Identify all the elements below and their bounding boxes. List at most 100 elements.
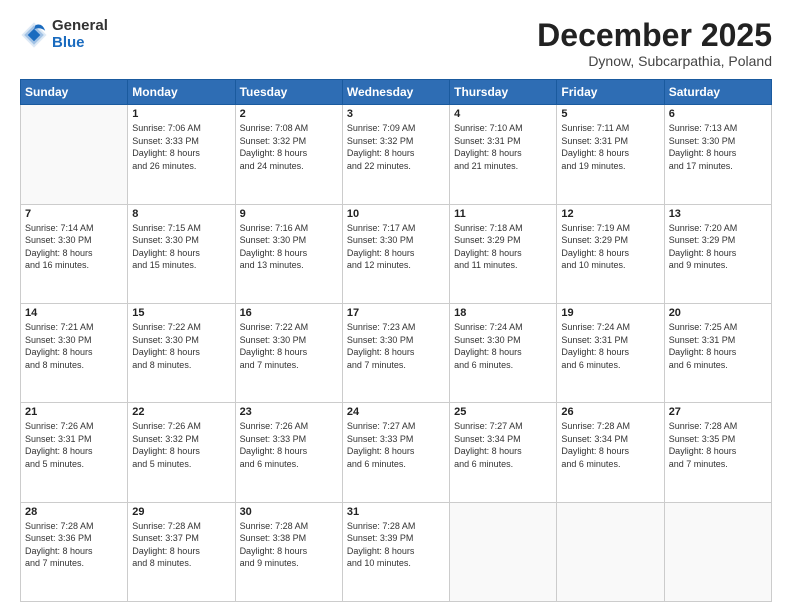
table-row: [450, 502, 557, 601]
day-number: 12: [561, 208, 659, 220]
table-row: 30Sunrise: 7:28 AMSunset: 3:38 PMDayligh…: [235, 502, 342, 601]
day-info: Sunrise: 7:27 AMSunset: 3:34 PMDaylight:…: [454, 420, 552, 470]
day-number: 8: [132, 208, 230, 220]
day-info: Sunrise: 7:28 AMSunset: 3:36 PMDaylight:…: [25, 520, 123, 570]
day-number: 20: [669, 307, 767, 319]
day-number: 23: [240, 406, 338, 418]
day-info: Sunrise: 7:06 AMSunset: 3:33 PMDaylight:…: [132, 122, 230, 172]
col-monday: Monday: [128, 80, 235, 105]
day-info: Sunrise: 7:26 AMSunset: 3:31 PMDaylight:…: [25, 420, 123, 470]
table-row: 29Sunrise: 7:28 AMSunset: 3:37 PMDayligh…: [128, 502, 235, 601]
table-row: 24 Sunrise: 7:27 AMSunset: 3:33 PMDayligh…: [342, 403, 449, 502]
day-number: 2: [240, 108, 338, 120]
table-row: 15 Sunrise: 7:22 AMSunset: 3:30 PMDayligh…: [128, 303, 235, 402]
table-row: 16Sunrise: 7:22 AMSunset: 3:30 PMDayligh…: [235, 303, 342, 402]
table-row: 1 Sunrise: 7:06 AMSunset: 3:33 PMDaylight…: [128, 105, 235, 204]
day-info: Sunrise: 7:16 AMSunset: 3:30 PMDaylight:…: [240, 222, 338, 272]
calendar-header-row: Sunday Monday Tuesday Wednesday Thursday…: [21, 80, 772, 105]
day-info: Sunrise: 7:25 AMSunset: 3:31 PMDaylight:…: [669, 321, 767, 371]
day-number: 28: [25, 506, 123, 518]
table-row: 6 Sunrise: 7:13 AMSunset: 3:30 PMDaylight…: [664, 105, 771, 204]
day-number: 14: [25, 307, 123, 319]
logo-blue-text: Blue: [52, 35, 108, 52]
day-info: Sunrise: 7:28 AMSunset: 3:35 PMDaylight:…: [669, 420, 767, 470]
calendar-week-row: 1 Sunrise: 7:06 AMSunset: 3:33 PMDaylight…: [21, 105, 772, 204]
table-row: 23 Sunrise: 7:26 AMSunset: 3:33 PMDayligh…: [235, 403, 342, 502]
day-info: Sunrise: 7:26 AMSunset: 3:32 PMDaylight:…: [132, 420, 230, 470]
day-number: 22: [132, 406, 230, 418]
day-info: Sunrise: 7:21 AMSunset: 3:30 PMDaylight:…: [25, 321, 123, 371]
table-row: 27 Sunrise: 7:28 AMSunset: 3:35 PMDayligh…: [664, 403, 771, 502]
day-info: Sunrise: 7:24 AMSunset: 3:30 PMDaylight:…: [454, 321, 552, 371]
table-row: 8 Sunrise: 7:15 AMSunset: 3:30 PMDaylight…: [128, 204, 235, 303]
day-info: Sunrise: 7:18 AMSunset: 3:29 PMDaylight:…: [454, 222, 552, 272]
day-info: Sunrise: 7:28 AMSunset: 3:34 PMDaylight:…: [561, 420, 659, 470]
day-info: Sunrise: 7:22 AMSunset: 3:30 PMDaylight:…: [132, 321, 230, 371]
table-row: 3Sunrise: 7:09 AMSunset: 3:32 PMDaylight…: [342, 105, 449, 204]
day-info: Sunrise: 7:15 AMSunset: 3:30 PMDaylight:…: [132, 222, 230, 272]
location: Dynow, Subcarpathia, Poland: [537, 53, 772, 69]
table-row: 25 Sunrise: 7:27 AMSunset: 3:34 PMDayligh…: [450, 403, 557, 502]
day-number: 4: [454, 108, 552, 120]
day-number: 5: [561, 108, 659, 120]
logo-icon: [20, 21, 48, 49]
day-number: 9: [240, 208, 338, 220]
table-row: 31 Sunrise: 7:28 AMSunset: 3:39 PMDayligh…: [342, 502, 449, 601]
day-number: 6: [669, 108, 767, 120]
day-info: Sunrise: 7:09 AMSunset: 3:32 PMDaylight:…: [347, 122, 445, 172]
table-row: 7Sunrise: 7:14 AMSunset: 3:30 PMDaylight…: [21, 204, 128, 303]
day-info: Sunrise: 7:11 AMSunset: 3:31 PMDaylight:…: [561, 122, 659, 172]
table-row: 20 Sunrise: 7:25 AMSunset: 3:31 PMDayligh…: [664, 303, 771, 402]
table-row: 4 Sunrise: 7:10 AMSunset: 3:31 PMDaylight…: [450, 105, 557, 204]
day-number: 16: [240, 307, 338, 319]
day-number: 15: [132, 307, 230, 319]
table-row: [664, 502, 771, 601]
day-info: Sunrise: 7:27 AMSunset: 3:33 PMDaylight:…: [347, 420, 445, 470]
day-number: 17: [347, 307, 445, 319]
day-info: Sunrise: 7:23 AMSunset: 3:30 PMDaylight:…: [347, 321, 445, 371]
day-info: Sunrise: 7:28 AMSunset: 3:39 PMDaylight:…: [347, 520, 445, 570]
table-row: 13 Sunrise: 7:20 AMSunset: 3:29 PMDayligh…: [664, 204, 771, 303]
day-number: 27: [669, 406, 767, 418]
table-row: 21 Sunrise: 7:26 AMSunset: 3:31 PMDayligh…: [21, 403, 128, 502]
calendar-week-row: 14 Sunrise: 7:21 AMSunset: 3:30 PMDayligh…: [21, 303, 772, 402]
col-wednesday: Wednesday: [342, 80, 449, 105]
table-row: 11Sunrise: 7:18 AMSunset: 3:29 PMDayligh…: [450, 204, 557, 303]
table-row: 14 Sunrise: 7:21 AMSunset: 3:30 PMDayligh…: [21, 303, 128, 402]
table-row: 12 Sunrise: 7:19 AMSunset: 3:29 PMDayligh…: [557, 204, 664, 303]
table-row: 28 Sunrise: 7:28 AMSunset: 3:36 PMDayligh…: [21, 502, 128, 601]
calendar-week-row: 7Sunrise: 7:14 AMSunset: 3:30 PMDaylight…: [21, 204, 772, 303]
logo-general-text: General: [52, 18, 108, 35]
col-sunday: Sunday: [21, 80, 128, 105]
day-info: Sunrise: 7:26 AMSunset: 3:33 PMDaylight:…: [240, 420, 338, 470]
day-info: Sunrise: 7:10 AMSunset: 3:31 PMDaylight:…: [454, 122, 552, 172]
title-block: December 2025 Dynow, Subcarpathia, Polan…: [537, 18, 772, 69]
month-title: December 2025: [537, 18, 772, 53]
header: General Blue December 2025 Dynow, Subcar…: [20, 18, 772, 69]
day-info: Sunrise: 7:28 AMSunset: 3:37 PMDaylight:…: [132, 520, 230, 570]
logo: General Blue: [20, 18, 108, 51]
table-row: [557, 502, 664, 601]
logo-text: General Blue: [52, 18, 108, 51]
day-number: 18: [454, 307, 552, 319]
calendar-week-row: 21 Sunrise: 7:26 AMSunset: 3:31 PMDayligh…: [21, 403, 772, 502]
day-info: Sunrise: 7:08 AMSunset: 3:32 PMDaylight:…: [240, 122, 338, 172]
day-number: 21: [25, 406, 123, 418]
day-number: 31: [347, 506, 445, 518]
day-info: Sunrise: 7:19 AMSunset: 3:29 PMDaylight:…: [561, 222, 659, 272]
day-number: 13: [669, 208, 767, 220]
table-row: 26Sunrise: 7:28 AMSunset: 3:34 PMDayligh…: [557, 403, 664, 502]
day-info: Sunrise: 7:20 AMSunset: 3:29 PMDaylight:…: [669, 222, 767, 272]
table-row: 5 Sunrise: 7:11 AMSunset: 3:31 PMDaylight…: [557, 105, 664, 204]
day-info: Sunrise: 7:24 AMSunset: 3:31 PMDaylight:…: [561, 321, 659, 371]
table-row: 10 Sunrise: 7:17 AMSunset: 3:30 PMDayligh…: [342, 204, 449, 303]
col-tuesday: Tuesday: [235, 80, 342, 105]
day-info: Sunrise: 7:13 AMSunset: 3:30 PMDaylight:…: [669, 122, 767, 172]
day-info: Sunrise: 7:17 AMSunset: 3:30 PMDaylight:…: [347, 222, 445, 272]
day-number: 25: [454, 406, 552, 418]
day-number: 10: [347, 208, 445, 220]
table-row: [21, 105, 128, 204]
day-number: 24: [347, 406, 445, 418]
col-friday: Friday: [557, 80, 664, 105]
day-number: 1: [132, 108, 230, 120]
